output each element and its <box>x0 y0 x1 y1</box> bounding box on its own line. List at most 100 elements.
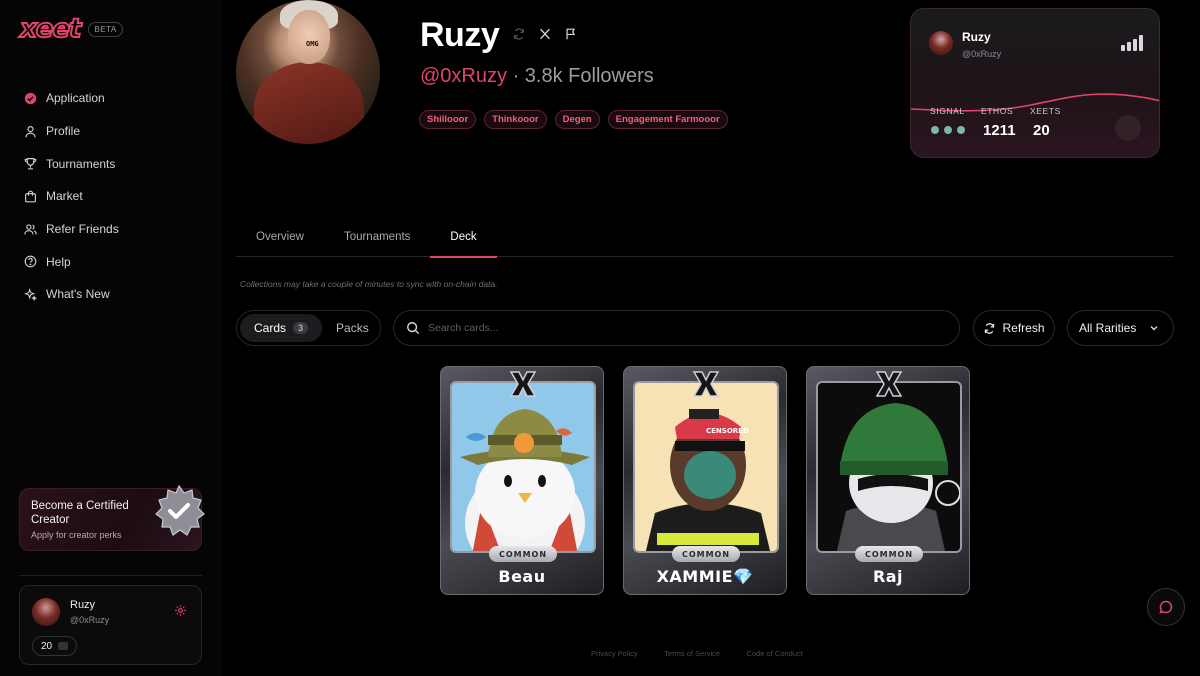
user-handle: @0xRuzy <box>70 615 110 625</box>
rarity-filter-value: All Rarities <box>1079 321 1137 335</box>
profile-tags: Shillooor Thinkooor Degen Engagement Far… <box>419 110 728 129</box>
sync-notice: Collections may take a couple of minutes… <box>240 279 498 289</box>
chat-button[interactable] <box>1147 588 1185 626</box>
sidebar-item-label: What's New <box>46 287 110 302</box>
sidebar-item-tournaments[interactable]: Tournaments <box>24 147 119 180</box>
signal-strength-icon <box>1121 35 1143 51</box>
card-rarity-badge: COMMON <box>855 546 923 562</box>
avatar-caption: OMG <box>306 40 319 48</box>
stats-user-handle: @0xRuzy <box>962 49 1002 59</box>
current-user-card[interactable]: Ruzy @0xRuzy 20 <box>19 585 202 665</box>
user-xeet-count: 20 <box>32 636 78 656</box>
card-art-penguin <box>450 381 596 553</box>
certified-creator-card[interactable]: Become a Certified Creator Apply for cre… <box>19 484 205 551</box>
x-twitter-icon[interactable] <box>538 27 552 41</box>
xeets-label: XEETS <box>1030 106 1061 116</box>
sidebar-item-label: Profile <box>46 124 81 139</box>
chat-bubble-icon <box>1159 600 1173 614</box>
refresh-icon <box>985 322 995 334</box>
card-name: Raj <box>872 567 904 586</box>
footer-links: Privacy Policy · Terms of Service · Code… <box>591 649 803 658</box>
users-icon <box>24 223 37 236</box>
card-art-caption: CENSORED <box>706 427 749 435</box>
code-of-conduct-link[interactable]: Code of Conduct <box>747 649 803 658</box>
sparkles-icon <box>24 288 37 301</box>
profile-tag: Shillooor <box>419 110 477 129</box>
profile-handle[interactable]: @0xRuzy <box>420 65 507 87</box>
separator-dot: · <box>512 65 520 87</box>
tab-overview[interactable]: Overview <box>236 225 324 257</box>
stat-labels: SIGNAL ETHOS XEETS <box>930 106 1061 116</box>
ethos-label: ETHOS <box>981 106 1014 116</box>
card-art-ape: CENSORED <box>633 381 779 553</box>
sidebar-item-label: Refer Friends <box>46 222 119 237</box>
card-rarity-badge: COMMON <box>672 546 740 562</box>
followers-count: 3.8k Followers <box>524 65 654 87</box>
creator-card-title: Become a Certified Creator <box>31 500 129 526</box>
trophy-icon <box>24 157 37 170</box>
logo[interactable]: xeet BETA <box>19 13 123 45</box>
sidebar-item-application[interactable]: Application <box>24 82 119 115</box>
sidebar-item-label: Application <box>46 91 105 106</box>
cards-toggle-button[interactable]: Cards 3 <box>240 314 323 342</box>
sidebar-item-label: Market <box>46 189 83 204</box>
help-circle-icon <box>24 255 37 268</box>
ethos-value: 1211 <box>983 122 1016 139</box>
card-stack-icon <box>58 642 69 650</box>
gear-icon[interactable] <box>174 604 187 617</box>
chevron-down-icon <box>1150 326 1158 331</box>
sidebar-item-label: Tournaments <box>46 156 116 171</box>
rarity-filter-select[interactable]: All Rarities <box>1067 310 1174 346</box>
terms-of-service-link[interactable]: Terms of Service <box>664 649 720 658</box>
user-icon <box>24 125 37 138</box>
deck-card[interactable]: COMMON Raj <box>806 366 970 595</box>
sidebar: xeet BETA Application Profile Tournament… <box>0 0 222 676</box>
profile-name: Ruzy <box>420 16 500 54</box>
stats-user-name: Ruzy <box>962 30 991 44</box>
profile-tag: Degen <box>554 110 600 129</box>
tab-deck[interactable]: Deck <box>430 225 497 258</box>
user-count-value: 20 <box>41 640 53 652</box>
search-input[interactable] <box>428 322 928 334</box>
deck-card[interactable]: CENSORED COMMON XAMMIE💎 <box>623 366 787 595</box>
sidebar-item-help[interactable]: Help <box>24 245 119 278</box>
card-name: XAMMIE💎 <box>656 567 754 586</box>
tab-tournaments[interactable]: Tournaments <box>324 225 430 257</box>
cards-packs-toggle: Cards 3 Packs <box>236 310 381 346</box>
flag-icon[interactable] <box>564 27 578 41</box>
signal-label: SIGNAL <box>930 106 965 116</box>
signal-dots <box>931 126 965 134</box>
search-icon <box>407 322 420 335</box>
xeet-logo-icon <box>875 371 903 397</box>
profile-stats-card: Ruzy @0xRuzy SIGNAL ETHOS XEETS 1211 20 <box>910 8 1160 158</box>
privacy-policy-link[interactable]: Privacy Policy <box>591 649 638 658</box>
profile-avatar: OMG <box>236 0 380 144</box>
profile-tabs: Overview Tournaments Deck <box>236 225 1174 258</box>
avatar-portrait-face <box>288 10 330 64</box>
packs-toggle-button[interactable]: Packs <box>322 314 383 342</box>
sidebar-nav: Application Profile Tournaments Market R… <box>24 82 119 311</box>
profile-tag: Engagement Farmooor <box>607 110 728 129</box>
sidebar-item-whats-new[interactable]: What's New <box>24 278 119 311</box>
profile-tag: Thinkooor <box>484 110 547 129</box>
card-name: Beau <box>498 567 546 586</box>
deck-card[interactable]: COMMON Beau <box>440 366 604 595</box>
sidebar-item-refer-friends[interactable]: Refer Friends <box>24 213 119 246</box>
card-art-beanie-character <box>816 381 962 553</box>
refresh-button[interactable]: Refresh <box>973 310 1055 346</box>
xeet-logo-icon <box>692 371 720 397</box>
check-badge-icon <box>24 92 37 105</box>
sync-icon[interactable] <box>512 27 526 41</box>
sidebar-item-label: Help <box>46 254 71 269</box>
sidebar-item-market[interactable]: Market <box>24 180 119 213</box>
footer-separator: · <box>649 649 653 658</box>
card-rarity-badge: COMMON <box>489 546 557 562</box>
sidebar-divider <box>19 575 202 576</box>
verified-badge-icon <box>155 484 205 536</box>
logo-wordmark: xeet <box>19 13 82 45</box>
footer-separator: · <box>732 649 735 658</box>
cards-toggle-label: Cards <box>254 321 287 335</box>
sidebar-item-profile[interactable]: Profile <box>24 115 119 148</box>
refresh-label: Refresh <box>1002 321 1045 335</box>
xeet-logo-icon <box>509 371 537 397</box>
